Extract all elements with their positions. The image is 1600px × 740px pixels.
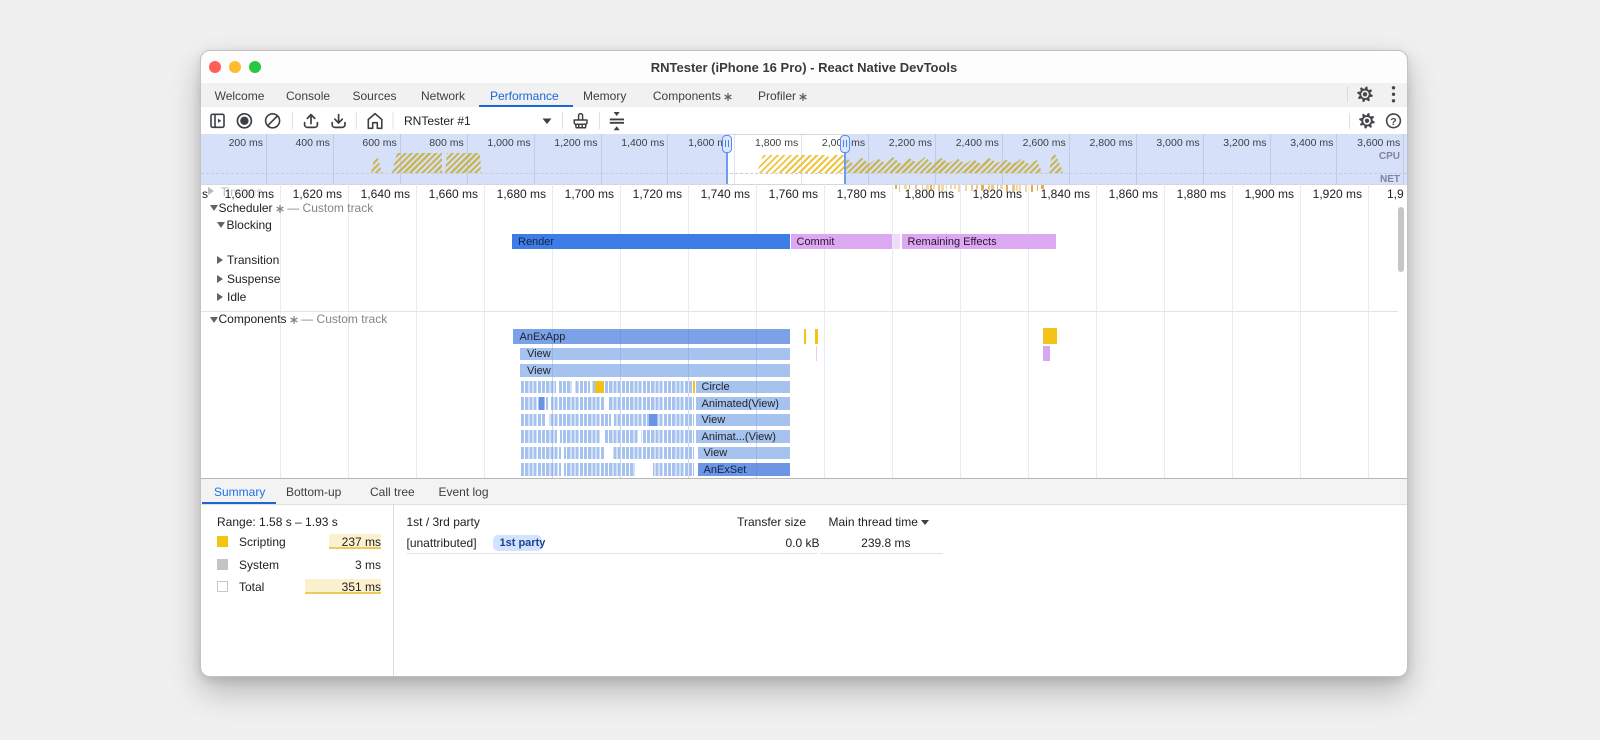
svg-text:?: ? [1390,116,1396,128]
